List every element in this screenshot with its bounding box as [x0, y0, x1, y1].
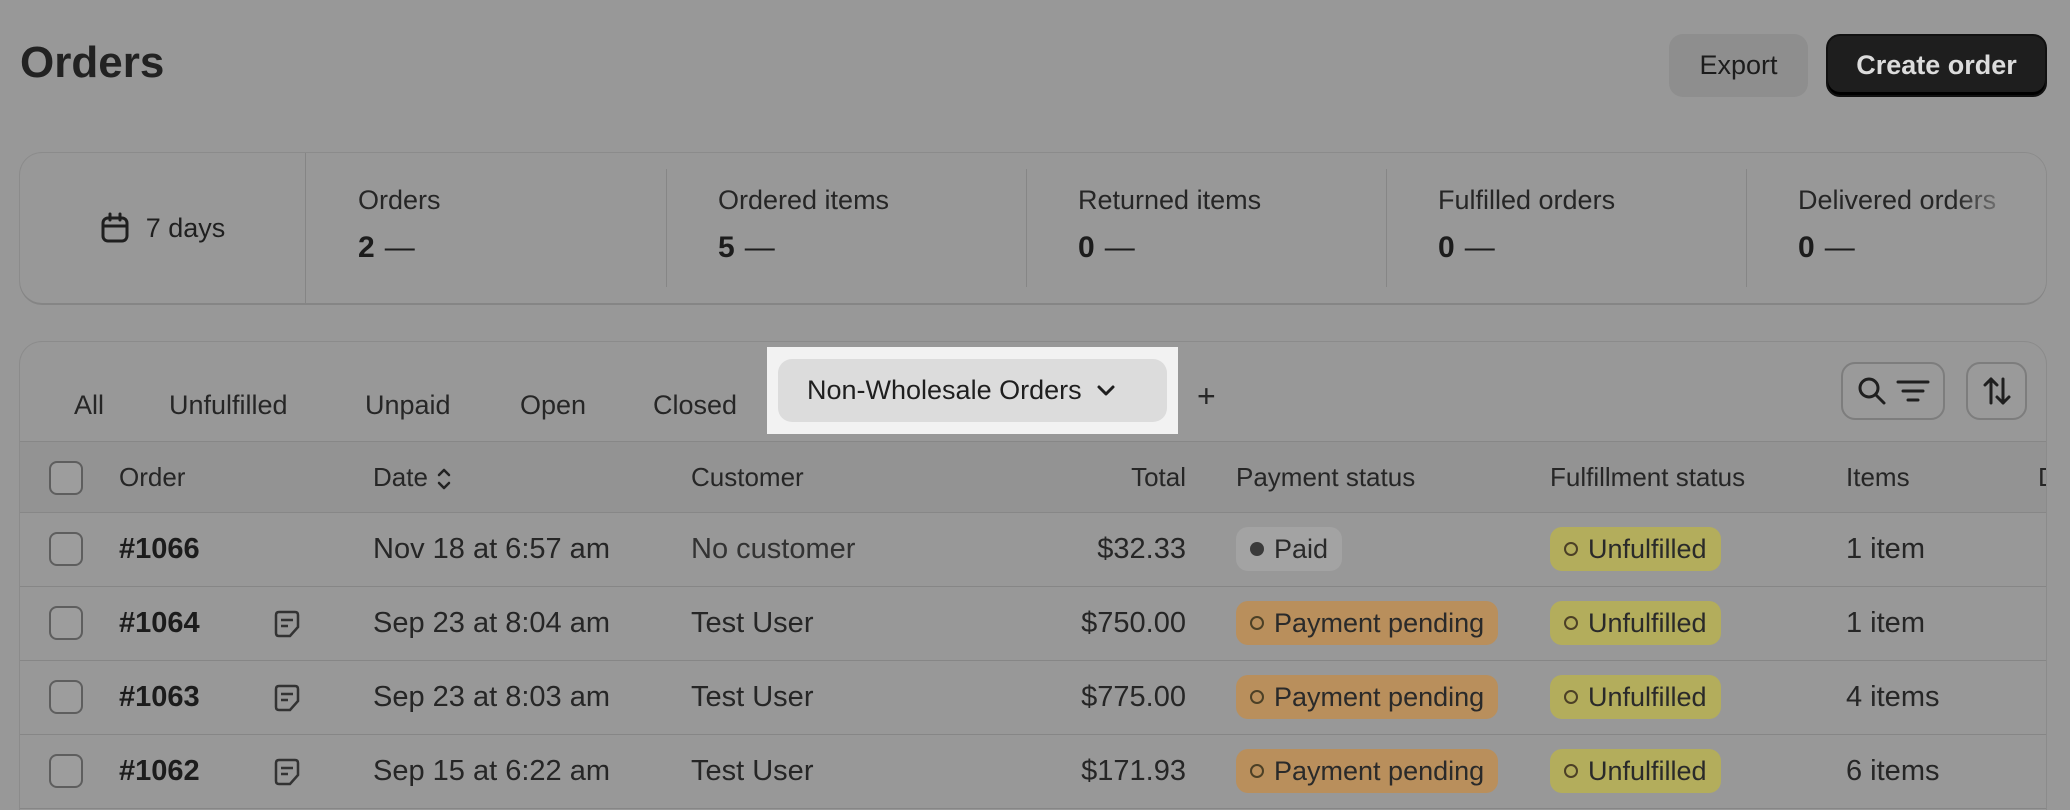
tab-all[interactable]: All: [74, 390, 104, 421]
orders-panel: All Unfulfilled Unpaid Open Closed Non-W…: [20, 342, 2046, 810]
order-total: $32.33: [1097, 533, 1186, 565]
column-date[interactable]: Date: [373, 462, 452, 493]
order-total: $750.00: [1081, 607, 1186, 639]
metric-label: Fulfilled orders: [1438, 185, 1616, 215]
note-icon: [274, 684, 300, 712]
date-range-label: 7 days: [145, 212, 226, 243]
metrics-bar: 7 days Orders 2— Ordered items 5— Return…: [20, 153, 2046, 303]
tab-closed[interactable]: Closed: [653, 390, 737, 421]
payment-status-badge: Payment pending: [1236, 601, 1499, 645]
status-dot: [1250, 616, 1264, 630]
date-range-button[interactable]: 7 days: [20, 153, 306, 303]
search-icon: [1858, 377, 1886, 405]
sort-icon: [1983, 377, 2010, 405]
order-items[interactable]: 6 items: [1846, 755, 1939, 788]
payment-status-badge: Payment pending: [1236, 749, 1499, 793]
metric-orders[interactable]: Orders 2—: [306, 153, 666, 303]
tab-open[interactable]: Open: [520, 390, 586, 421]
payment-status-badge: Payment pending: [1236, 675, 1499, 719]
status-dot: [1250, 764, 1264, 778]
order-date: Sep 15 at 6:22 am: [373, 755, 610, 787]
filter-icon: [1896, 380, 1930, 402]
column-truncated[interactable]: D: [2038, 462, 2046, 493]
note-icon: [274, 610, 300, 638]
status-dot: [1564, 690, 1578, 704]
status-dot: [1250, 690, 1264, 704]
order-date: Nov 18 at 6:57 am: [373, 533, 610, 565]
tab-non-wholesale-orders[interactable]: Non-Wholesale Orders: [778, 359, 1167, 422]
metric-value: 2—: [358, 231, 415, 264]
order-date: Sep 23 at 8:03 am: [373, 681, 610, 713]
order-items[interactable]: 1 item: [1846, 533, 1925, 566]
order-customer: Test User: [691, 755, 814, 787]
row-checkbox[interactable]: [49, 680, 83, 714]
order-items[interactable]: 4 items: [1846, 681, 1939, 714]
tab-unpaid[interactable]: Unpaid: [365, 390, 451, 421]
metric-label: Returned items: [1078, 185, 1262, 215]
orders-page: Orders Export Create order 7 days Orders…: [0, 0, 2070, 810]
table-row[interactable]: #1062 Sep 15 at 6:22 am Test User $171.9…: [20, 735, 2046, 809]
order-total: $171.93: [1081, 755, 1186, 787]
order-number[interactable]: #1064: [119, 607, 200, 640]
column-payment-status[interactable]: Payment status: [1236, 462, 1415, 493]
metric-ordered-items[interactable]: Ordered items 5—: [666, 153, 1026, 303]
order-items[interactable]: 1 item: [1846, 607, 1925, 640]
metric-label: Ordered items: [718, 185, 890, 215]
row-checkbox[interactable]: [49, 754, 83, 788]
metric-value: 5—: [718, 231, 775, 264]
column-items[interactable]: Items: [1846, 462, 1910, 493]
metric-value: 0—: [1078, 231, 1135, 264]
page-title: Orders: [20, 38, 165, 87]
select-all-checkbox[interactable]: [49, 461, 83, 495]
column-customer[interactable]: Customer: [691, 462, 804, 493]
search-filter-button[interactable]: [1841, 362, 1945, 420]
sort-button[interactable]: [1966, 362, 2027, 420]
order-customer: Test User: [691, 607, 814, 639]
order-total: $775.00: [1081, 681, 1186, 713]
table-header: Order Date Customer Total Payment status…: [20, 441, 2046, 513]
create-order-button[interactable]: Create order: [1826, 34, 2047, 97]
column-total[interactable]: Total: [1000, 462, 1186, 493]
metric-label: Orders: [358, 185, 441, 215]
add-view-button[interactable]: +: [1197, 378, 1216, 415]
order-date: Sep 23 at 8:04 am: [373, 607, 610, 639]
order-number[interactable]: #1066: [119, 533, 200, 566]
row-checkbox[interactable]: [49, 606, 83, 640]
metric-value: 0—: [1798, 231, 1855, 264]
calendar-icon: [101, 212, 129, 243]
table-row[interactable]: #1064 Sep 23 at 8:04 am Test User $750.0…: [20, 587, 2046, 661]
order-customer: No customer: [691, 533, 856, 565]
order-number[interactable]: #1062: [119, 755, 200, 788]
payment-status-badge: Paid: [1236, 527, 1343, 571]
fulfillment-status-badge: Unfulfilled: [1550, 527, 1721, 571]
fulfillment-status-badge: Unfulfilled: [1550, 749, 1721, 793]
column-fulfillment-status[interactable]: Fulfillment status: [1550, 462, 1745, 493]
fulfillment-status-badge: Unfulfilled: [1550, 601, 1721, 645]
status-dot: [1564, 764, 1578, 778]
status-dot: [1564, 542, 1578, 556]
tab-active-label: Non-Wholesale Orders: [807, 375, 1082, 405]
fulfillment-status-badge: Unfulfilled: [1550, 675, 1721, 719]
status-dot: [1564, 616, 1578, 630]
sort-arrows-icon: [437, 468, 451, 490]
tab-unfulfilled[interactable]: Unfulfilled: [169, 390, 288, 421]
metric-fulfilled-orders[interactable]: Fulfilled orders 0—: [1386, 153, 1746, 303]
metric-value: 0—: [1438, 231, 1495, 264]
chevron-down-icon: [1097, 385, 1115, 395]
metrics-fade: [1956, 153, 2046, 303]
status-dot: [1250, 542, 1264, 556]
order-customer: Test User: [691, 681, 814, 713]
export-button[interactable]: Export: [1669, 34, 1808, 97]
note-icon: [274, 758, 300, 786]
column-order[interactable]: Order: [119, 462, 185, 493]
order-number[interactable]: #1063: [119, 681, 200, 714]
table-row[interactable]: #1063 Sep 23 at 8:03 am Test User $775.0…: [20, 661, 2046, 735]
metric-returned-items[interactable]: Returned items 0—: [1026, 153, 1386, 303]
table-row[interactable]: #1066 Nov 18 at 6:57 am No customer $32.…: [20, 513, 2046, 587]
row-checkbox[interactable]: [49, 532, 83, 566]
